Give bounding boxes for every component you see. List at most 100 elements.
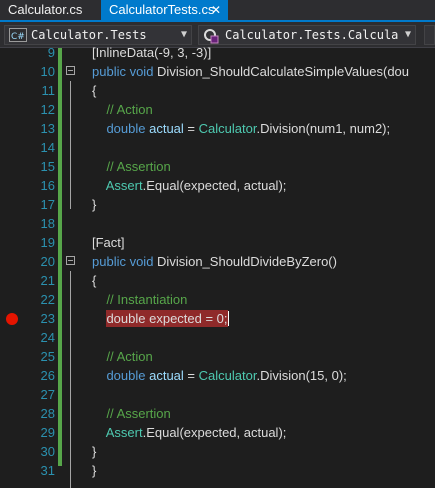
line-number: 25 <box>40 349 55 364</box>
code-line[interactable]: 19 [Fact] <box>0 233 435 252</box>
code-token: { <box>92 273 97 288</box>
code-editor[interactable]: 9 [InlineData(-9, 3, -3)] 10 public void Di… <box>0 45 435 488</box>
project-dropdown[interactable]: C# Calculator.Tests ▼ <box>4 25 192 45</box>
code-token: Assert <box>92 178 143 193</box>
line-number: 21 <box>40 273 55 288</box>
code-token: public <box>92 254 130 269</box>
code-text: Assert.Equal(expected, actual); <box>92 176 287 195</box>
line-number: 26 <box>40 368 55 383</box>
code-line[interactable]: 14 <box>0 138 435 157</box>
tab-label: Calculator.cs <box>8 2 83 17</box>
line-number: 18 <box>40 216 55 231</box>
code-line[interactable]: 15 // Assertion <box>0 157 435 176</box>
code-text: // Action <box>92 100 153 119</box>
member-dropdown[interactable] <box>424 25 435 45</box>
code-line[interactable]: 20 public void Division_ShouldDivideByZer… <box>0 252 435 271</box>
line-number: 24 <box>40 330 55 345</box>
code-line[interactable]: 11 { <box>0 81 435 100</box>
text-cursor <box>227 311 229 326</box>
line-number: 30 <box>40 444 55 459</box>
code-token: actual <box>149 368 188 383</box>
line-number: 16 <box>40 178 55 193</box>
code-text: // Action <box>92 347 153 366</box>
line-number: 31 <box>40 463 55 478</box>
code-line[interactable]: 26 double actual = Calculator.Division(1… <box>0 366 435 385</box>
code-token: Calculator <box>198 121 257 136</box>
code-token: void <box>129 254 158 269</box>
breakpoint-icon[interactable] <box>6 313 18 325</box>
code-text: } <box>92 442 96 461</box>
collapse-icon[interactable] <box>66 256 75 265</box>
line-number: 29 <box>40 425 55 440</box>
tab-label: CalculatorTests.cs <box>109 2 215 17</box>
line-number: 17 <box>40 197 55 212</box>
code-line[interactable]: 12 // Action <box>0 100 435 119</box>
code-text: public void Division_ShouldDivideByZero(… <box>92 252 337 271</box>
code-token: Division_ShouldDivideByZero() <box>157 254 337 269</box>
code-line[interactable]: 22 // Instantiation <box>0 290 435 309</box>
code-token: .Division(num1, num2); <box>256 121 391 136</box>
code-token: { <box>92 83 97 98</box>
code-token: = <box>187 121 199 136</box>
code-line[interactable]: 24 <box>0 328 435 347</box>
code-token: double <box>92 121 150 136</box>
chevron-down-icon: ▼ <box>180 29 187 40</box>
type-name: Calculator.Tests.Calcula <box>225 28 399 42</box>
code-token: Calculator <box>198 368 257 383</box>
code-line[interactable]: 30} <box>0 442 435 461</box>
code-line[interactable]: 9 [InlineData(-9, 3, -3)] <box>0 43 435 62</box>
line-number: 14 <box>40 140 55 155</box>
svg-text:C#: C# <box>11 32 25 42</box>
code-token: public <box>92 64 130 79</box>
code-line[interactable]: 29 Assert.Equal(expected, actual); <box>0 423 435 442</box>
code-token: // Action <box>92 349 153 364</box>
code-text: public void Division_ShouldCalculateSimp… <box>92 62 409 81</box>
code-text: { <box>92 271 96 290</box>
type-dropdown[interactable]: Calculator.Tests.Calcula ▼ <box>198 25 416 45</box>
close-icon[interactable]: ✕ <box>211 0 221 20</box>
tab-calculatortests-cs[interactable]: CalculatorTests.cs ✕ <box>101 0 228 20</box>
code-text: Assert.Equal(expected, actual); <box>92 423 287 442</box>
code-token: } <box>92 463 97 478</box>
code-token: .Equal(expected, actual); <box>142 178 287 193</box>
code-text: { <box>92 81 96 100</box>
code-line[interactable]: 27 <box>0 385 435 404</box>
code-line[interactable]: 21 { <box>0 271 435 290</box>
line-number: 13 <box>40 121 55 136</box>
document-tab-bar: Calculator.cs CalculatorTests.cs ✕ <box>0 0 435 22</box>
tab-calculator-cs[interactable]: Calculator.cs <box>0 0 101 20</box>
code-token: Division_ShouldCalculateSimpleValues(dou <box>157 64 410 79</box>
code-token: // Assertion <box>92 406 171 421</box>
code-text: double actual = Calculator.Division(15, … <box>92 366 346 385</box>
code-line[interactable]: 25 // Action <box>0 347 435 366</box>
project-name: Calculator.Tests <box>31 28 147 42</box>
code-token: } <box>92 444 97 459</box>
code-token: double <box>92 368 150 383</box>
code-token: // Instantiation <box>92 292 188 307</box>
line-number: 10 <box>40 64 55 79</box>
code-line[interactable]: 13 double actual = Calculator.Division(n… <box>0 119 435 138</box>
line-number: 19 <box>40 235 55 250</box>
code-line[interactable]: 23 double expected = 0; <box>0 309 435 328</box>
code-token: // Assertion <box>92 159 171 174</box>
collapse-icon[interactable] <box>66 66 75 75</box>
code-token: = <box>187 368 199 383</box>
code-token: // Action <box>92 102 153 117</box>
code-line[interactable]: 28 // Assertion <box>0 404 435 423</box>
code-text: // Assertion <box>92 404 171 423</box>
line-number: 23 <box>40 311 55 326</box>
code-token: void <box>129 64 158 79</box>
code-line[interactable]: 16 Assert.Equal(expected, actual); <box>0 176 435 195</box>
code-line[interactable]: 18 <box>0 214 435 233</box>
line-number: 15 <box>40 159 55 174</box>
line-number: 9 <box>47 45 55 60</box>
code-token: .Equal(expected, actual); <box>142 425 287 440</box>
code-line[interactable]: 17} <box>0 195 435 214</box>
line-number: 28 <box>40 406 55 421</box>
code-line[interactable]: 31} <box>0 461 435 480</box>
code-token: } <box>92 197 97 212</box>
code-token: [InlineData(-9, 3, -3)] <box>92 45 212 60</box>
code-text: double expected = 0; <box>92 309 229 328</box>
code-line[interactable]: 10 public void Division_ShouldCalculateSi… <box>0 62 435 81</box>
